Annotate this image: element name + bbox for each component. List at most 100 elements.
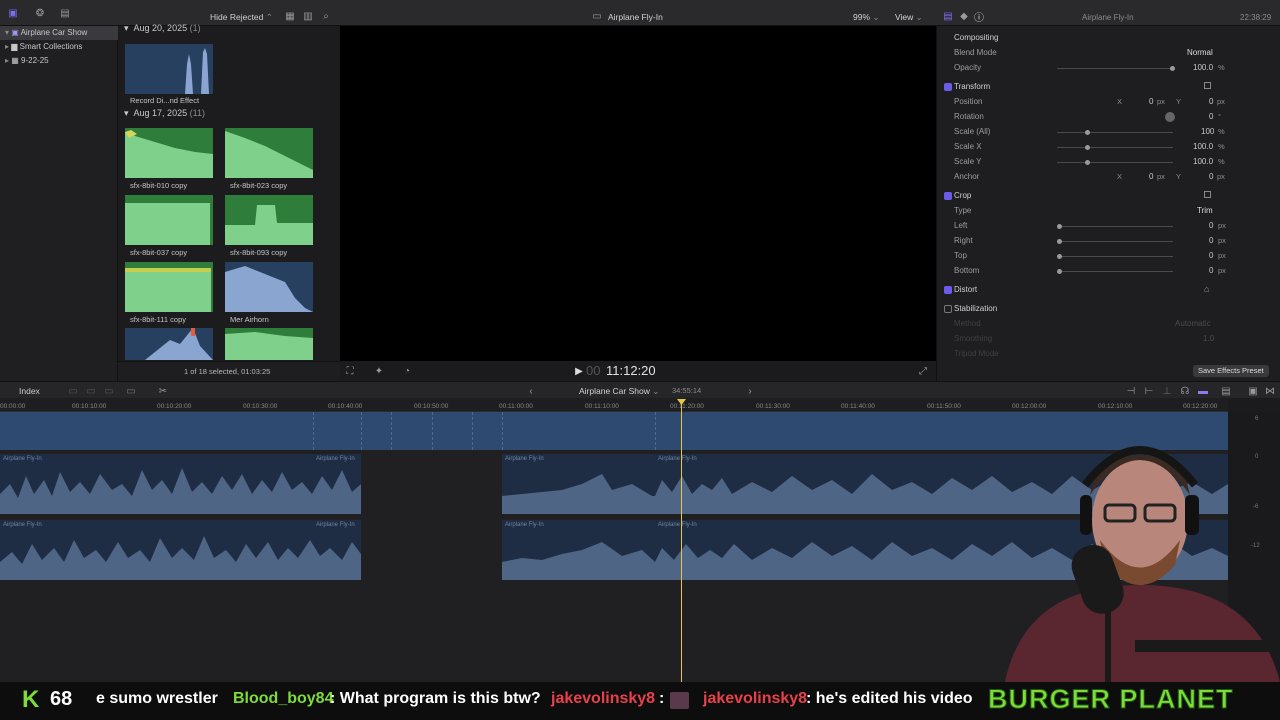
crop-checkbox[interactable] bbox=[944, 192, 952, 200]
speed-icon[interactable]: ◔ bbox=[400, 364, 414, 378]
info-inspector-icon[interactable]: ⓘ bbox=[972, 9, 986, 24]
play-icon[interactable]: ▶ bbox=[572, 364, 586, 378]
enhance-icon[interactable]: ✦ bbox=[372, 364, 386, 378]
headphones-icon[interactable]: ☊ bbox=[1178, 384, 1192, 398]
k-logo-icon: K bbox=[22, 686, 40, 713]
timeline-index-button[interactable]: Index bbox=[19, 386, 40, 396]
clip-browser: ▾ Aug 20, 2025 (1) Record Di...nd Effect… bbox=[118, 23, 340, 381]
zoom-menu[interactable]: 99% ⌄ bbox=[853, 12, 880, 23]
fullscreen-icon[interactable]: ⤢ bbox=[916, 364, 930, 378]
clip-thumbnail[interactable] bbox=[225, 328, 313, 360]
distort-onscreen-icon[interactable]: ⌂ bbox=[1204, 284, 1209, 294]
clip-thumbnail[interactable] bbox=[225, 128, 313, 178]
view-menu[interactable]: View ⌄ bbox=[895, 12, 923, 23]
timeline-ruler[interactable]: 00:00:00 00:10:10:00 00:10:20:00 00:10:3… bbox=[0, 398, 1228, 412]
section-distort: Distort ⌂ bbox=[937, 283, 1280, 298]
clip-thumbnail[interactable] bbox=[125, 195, 213, 245]
save-effects-preset-button[interactable]: Save Effects Preset bbox=[1193, 365, 1269, 377]
section-compositing: Compositing bbox=[954, 33, 999, 42]
scale-all-row: Scale (All) 100% bbox=[954, 127, 1225, 136]
inspector-timecode: 22:38:29 bbox=[1240, 13, 1272, 22]
insert-icon[interactable]: ▭ bbox=[84, 384, 98, 398]
back-icon[interactable]: ‹ bbox=[524, 384, 538, 398]
overwrite-icon[interactable]: ▭ bbox=[102, 384, 116, 398]
titles-icon[interactable]: ▤ bbox=[58, 6, 72, 20]
clip-thumbnail[interactable] bbox=[125, 262, 213, 312]
sidebar-item-event[interactable]: ▸ ▦ 9-22-25 bbox=[0, 54, 118, 68]
blend-mode-popup[interactable]: Normal bbox=[1187, 48, 1213, 57]
audio-clip[interactable]: Airplane Fly-In Airplane Fly-In bbox=[0, 454, 361, 514]
viewer-canvas[interactable] bbox=[340, 26, 936, 361]
video-inspector-icon[interactable]: ▤ bbox=[941, 9, 955, 23]
photos-icon[interactable]: ❂ bbox=[33, 6, 47, 20]
snapping-icon[interactable]: ▬ bbox=[1196, 384, 1210, 398]
audio-skimming-icon[interactable]: ⊢ bbox=[1142, 384, 1156, 398]
project-name[interactable]: Airplane Car Show ⌄ bbox=[579, 386, 659, 397]
crop-bottom-row: Bottom 0 px bbox=[954, 266, 1226, 275]
select-tool-icon[interactable]: ✂ bbox=[156, 384, 170, 398]
distort-checkbox[interactable] bbox=[944, 286, 952, 294]
chat-message: : bbox=[659, 690, 665, 707]
scale-x-slider[interactable] bbox=[1057, 147, 1173, 148]
rotation-dial[interactable] bbox=[1165, 112, 1175, 122]
clip-thumbnail[interactable] bbox=[125, 328, 213, 360]
solo-icon[interactable]: ⊥ bbox=[1160, 384, 1174, 398]
library-icon[interactable]: ▣ bbox=[6, 6, 20, 20]
transform-onscreen-icon[interactable] bbox=[1204, 82, 1211, 89]
clip-label: sfx-8bit-023 copy bbox=[230, 181, 288, 190]
stabilization-checkbox[interactable] bbox=[944, 305, 952, 313]
crop-bottom-slider[interactable] bbox=[1057, 271, 1173, 272]
clip-thumbnail[interactable] bbox=[125, 44, 213, 94]
filmstrip-icon[interactable]: ▦ bbox=[283, 9, 297, 23]
append-icon[interactable]: ▭ bbox=[66, 384, 80, 398]
opacity-row: Opacity 100.0% bbox=[954, 63, 1225, 72]
sidebar-item-airplane-car-show[interactable]: ▾ ▣ Airplane Car Show bbox=[0, 26, 118, 40]
playhead[interactable] bbox=[681, 400, 682, 682]
clip-thumbnail[interactable] bbox=[225, 195, 313, 245]
library-sidebar: ▾ ▣ Airplane Car Show ▸ ▆ Smart Collecti… bbox=[0, 26, 118, 381]
viewer-timecode[interactable]: 11:12:20 bbox=[606, 363, 656, 378]
date-group-header[interactable]: ▾ Aug 20, 2025 (1) bbox=[124, 23, 201, 34]
scale-y-slider[interactable] bbox=[1057, 162, 1173, 163]
edit-mode-icon[interactable]: ▭ bbox=[124, 384, 138, 398]
webcam-overlay bbox=[985, 425, 1280, 682]
list-view-icon[interactable]: ▥ bbox=[301, 9, 315, 23]
method-row: Method Automatic bbox=[954, 319, 1211, 328]
viewer-clip-icon: ▭ bbox=[592, 10, 602, 22]
clip-label: sfx-8bit-037 copy bbox=[130, 248, 188, 257]
date-group-header[interactable]: ▾ Aug 17, 2025 (11) bbox=[124, 108, 205, 119]
crop-tool-icon[interactable]: ⛶ bbox=[343, 364, 357, 378]
sidebar-item-smart-collections[interactable]: ▸ ▆ Smart Collections bbox=[0, 40, 118, 54]
crop-onscreen-icon[interactable] bbox=[1204, 191, 1211, 198]
rotation-row: Rotation 0 ° bbox=[954, 112, 1221, 122]
scale-all-slider[interactable] bbox=[1057, 132, 1173, 133]
crop-right-slider[interactable] bbox=[1057, 241, 1173, 242]
audio-clip[interactable]: Airplane Fly-In Airplane Fly-In bbox=[0, 520, 361, 580]
emote-icon bbox=[670, 692, 689, 709]
crop-type-popup[interactable]: Trim bbox=[1197, 206, 1213, 215]
viewer-title: Airplane Fly-In bbox=[608, 12, 663, 22]
effects-browser-icon[interactable]: ▣ bbox=[1246, 384, 1260, 398]
clip-thumbnail[interactable] bbox=[125, 128, 213, 178]
clip-label: Mer Airhorn bbox=[230, 315, 269, 324]
skimming-icon[interactable]: ⊣ bbox=[1124, 384, 1138, 398]
smoothing-row: Smoothing 1.0 bbox=[954, 334, 1215, 343]
search-icon[interactable]: ⌕ bbox=[319, 9, 333, 23]
transform-checkbox[interactable] bbox=[944, 83, 952, 91]
crop-type-row: Type Trim bbox=[954, 206, 1213, 215]
clip-thumbnail[interactable] bbox=[225, 262, 313, 312]
opacity-slider[interactable] bbox=[1057, 68, 1173, 69]
clip-label: sfx-8bit-093 copy bbox=[230, 248, 288, 257]
clip-appearance-icon[interactable]: ▤ bbox=[1219, 384, 1233, 398]
filter-menu[interactable]: Hide Rejected ⌃ bbox=[210, 12, 273, 23]
chat-message: : What program is this btw? bbox=[330, 690, 541, 707]
color-inspector-icon[interactable]: ◆ bbox=[957, 9, 971, 23]
crop-left-row: Left 0 px bbox=[954, 221, 1226, 230]
section-transform: Transform bbox=[937, 80, 1280, 95]
forward-icon[interactable]: › bbox=[743, 384, 757, 398]
crop-left-slider[interactable] bbox=[1057, 226, 1173, 227]
viewer-count: 68 bbox=[50, 688, 73, 710]
clip-label: sfx-8bit-111 copy bbox=[130, 315, 186, 324]
crop-top-slider[interactable] bbox=[1057, 256, 1173, 257]
transitions-icon[interactable]: ⋈ bbox=[1263, 384, 1277, 398]
